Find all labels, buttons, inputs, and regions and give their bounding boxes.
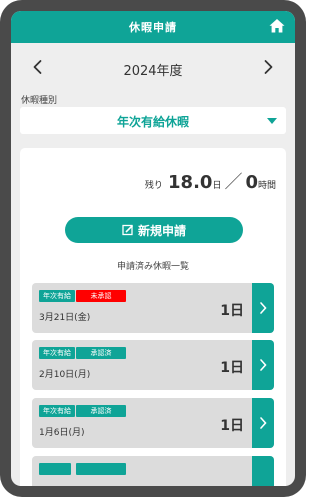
new-request-button[interactable]: 新規申請 xyxy=(65,217,243,243)
balance-separator: ／ xyxy=(224,172,243,193)
remaining-prefix: 残り xyxy=(144,181,163,191)
leave-days: 1日 xyxy=(220,303,244,319)
new-request-label: 新規申請 xyxy=(137,223,186,238)
list-item[interactable]: 年次有給 承認済 1月6日(月) 1日 xyxy=(32,398,274,448)
leave-date: 2月10日(月) xyxy=(39,370,91,380)
chevron-right-icon[interactable] xyxy=(252,340,274,390)
remaining-days-unit: 日 xyxy=(212,181,222,191)
leave-days: 1日 xyxy=(220,418,244,434)
list-item[interactable]: 年次有給 承認済 2月10日(月) 1日 xyxy=(32,340,274,390)
leave-date: 1月6日(月) xyxy=(39,428,85,438)
edit-icon xyxy=(122,221,134,240)
leave-type-selected-value: 年次有給休暇 xyxy=(116,115,189,129)
app-screen: 休暇申請 2024年度 休暇種別 年次有給休暇 残り 18.0日 ／ 0時間 新… xyxy=(11,11,295,486)
remaining-hours-value: 0 xyxy=(245,172,258,193)
leave-type-badge: 年次有給 xyxy=(39,347,75,359)
remaining-balance: 残り 18.0日／ 0時間 xyxy=(145,168,276,194)
page-title: 休暇申請 xyxy=(129,21,177,34)
caret-down-icon xyxy=(267,118,277,124)
leave-type-label: 休暇種別 xyxy=(21,96,58,106)
remaining-days-value: 18.0 xyxy=(168,172,213,193)
chevron-right-icon[interactable] xyxy=(258,57,278,77)
device-frame: 休暇申請 2024年度 休暇種別 年次有給休暇 残り 18.0日 ／ 0時間 新… xyxy=(0,0,306,497)
year-navigation: 2024年度 xyxy=(11,43,295,93)
applied-leave-list-heading: 申請済み休暇一覧 xyxy=(116,262,189,272)
leave-summary-card: 残り 18.0日／ 0時間 新規申請 申請済み休暇一覧 年次有給 未承認 3月21… xyxy=(20,148,286,486)
leave-date: 3月21日(金) xyxy=(39,313,91,323)
fiscal-year-label: 2024年度 xyxy=(123,64,183,79)
leave-type-badge: 年次有給 xyxy=(39,290,75,302)
status-badge: 未承認 xyxy=(76,290,126,302)
list-item-partial[interactable] xyxy=(32,456,274,486)
remaining-hours-unit: 時間 xyxy=(257,181,276,191)
status-badge: 承認済 xyxy=(76,347,126,359)
leave-type-select[interactable]: 年次有給休暇 xyxy=(20,107,286,134)
home-icon[interactable] xyxy=(268,17,286,35)
leave-type-badge: 年次有給 xyxy=(39,405,75,417)
chevron-right-icon[interactable] xyxy=(252,398,274,448)
chevron-right-icon[interactable] xyxy=(252,456,274,486)
app-bar: 休暇申請 xyxy=(11,11,295,43)
status-badge xyxy=(76,463,126,475)
chevron-right-icon[interactable] xyxy=(252,283,274,333)
list-item[interactable]: 年次有給 未承認 3月21日(金) 1日 xyxy=(32,283,274,333)
leave-days: 1日 xyxy=(220,360,244,376)
leave-type-badge xyxy=(39,463,71,475)
status-badge: 承認済 xyxy=(76,405,126,417)
